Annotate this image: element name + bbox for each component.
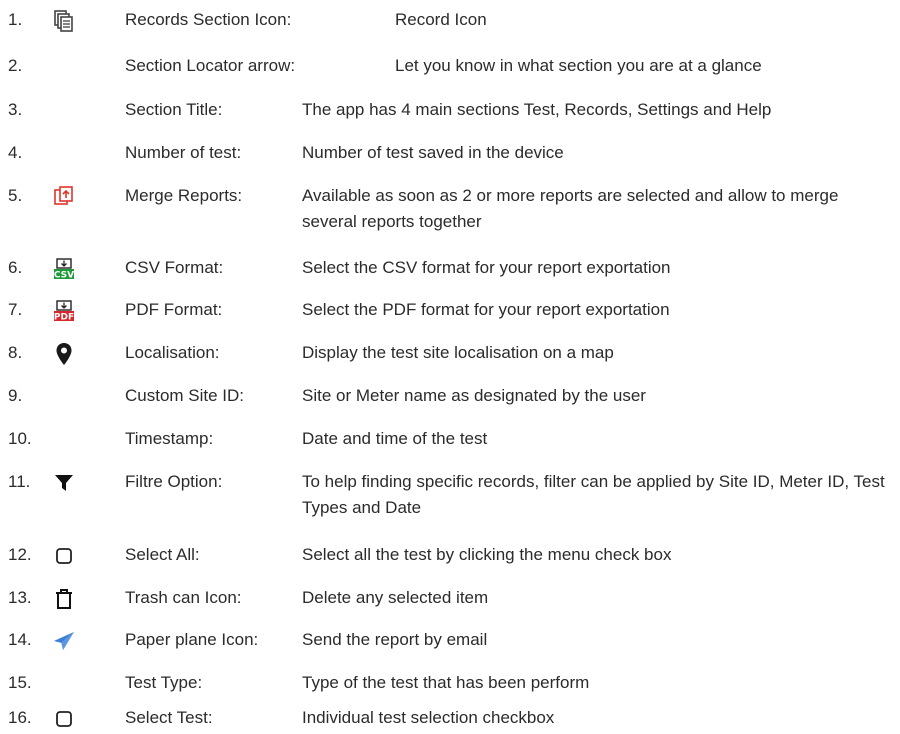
item-description: Let you know in what section you are at … [395, 56, 762, 75]
pdf-label: PDF [54, 313, 74, 323]
item-term: Localisation: [125, 343, 220, 362]
item-number: 12. [8, 545, 32, 564]
item-description: Number of test saved in the device [302, 143, 564, 162]
item-number: 8. [8, 343, 23, 362]
item-description: To help finding specific records, filter… [302, 472, 885, 517]
item-term: CSV Format: [125, 258, 224, 277]
item-number: 11. [8, 472, 31, 491]
item-term: Select All: [125, 545, 200, 564]
item-description: Select all the test by clicking the menu… [302, 545, 672, 564]
item-term: PDF Format: [125, 300, 223, 319]
item-term: Section Title: [125, 100, 223, 119]
filter-icon [53, 472, 75, 494]
item-term: Select Test: [125, 708, 213, 727]
item-number: 6. [8, 258, 23, 277]
csv-format-icon: CSV [53, 258, 75, 280]
item-number: 10. [8, 429, 32, 448]
item-description: Select the PDF format for your report ex… [302, 300, 670, 319]
item-number: 13. [8, 588, 32, 607]
paper-plane-icon [53, 630, 75, 652]
item-term: Number of test: [125, 143, 242, 162]
item-term: Custom Site ID: [125, 386, 245, 405]
pdf-format-icon: PDF [53, 300, 75, 322]
item-description: Select the CSV format for your report ex… [302, 258, 671, 277]
item-description: Individual test selection checkbox [302, 708, 555, 727]
item-description: Available as soon as 2 or more reports a… [302, 186, 839, 231]
item-description: Date and time of the test [302, 429, 488, 448]
item-description: Send the report by email [302, 630, 488, 649]
item-term: Timestamp: [125, 429, 214, 448]
item-number: 7. [8, 300, 23, 319]
item-description: Display the test site localisation on a … [302, 343, 614, 362]
item-term: Merge Reports: [125, 186, 243, 205]
item-number: 5. [8, 186, 23, 205]
item-description: Type of the test that has been perform [302, 673, 590, 692]
item-term: Test Type: [125, 673, 203, 692]
item-term: Paper plane Icon: [125, 630, 259, 649]
item-description: Record Icon [395, 10, 487, 29]
item-number: 4. [8, 143, 23, 162]
item-number: 16. [8, 708, 32, 727]
item-number: 2. [8, 56, 23, 75]
item-number: 15. [8, 673, 32, 692]
item-term: Trash can Icon: [125, 588, 242, 607]
item-term: Section Locator arrow: [125, 56, 296, 75]
item-number: 9. [8, 386, 23, 405]
item-description: Site or Meter name as designated by the … [302, 386, 646, 405]
item-description: The app has 4 main sections Test, Record… [302, 100, 772, 119]
checkbox-icon [53, 545, 75, 567]
item-number: 3. [8, 100, 23, 119]
item-number: 14. [8, 630, 32, 649]
records-section-icon [53, 10, 75, 32]
checkbox-icon [53, 708, 75, 730]
csv-label: CSV [54, 271, 74, 281]
item-term: Records Section Icon: [125, 10, 292, 29]
trash-can-icon [53, 588, 75, 610]
item-description: Delete any selected item [302, 588, 489, 607]
merge-reports-icon [53, 186, 75, 208]
item-term: Filtre Option: [125, 472, 223, 491]
item-number: 1. [8, 10, 23, 29]
map-pin-icon [53, 343, 75, 365]
